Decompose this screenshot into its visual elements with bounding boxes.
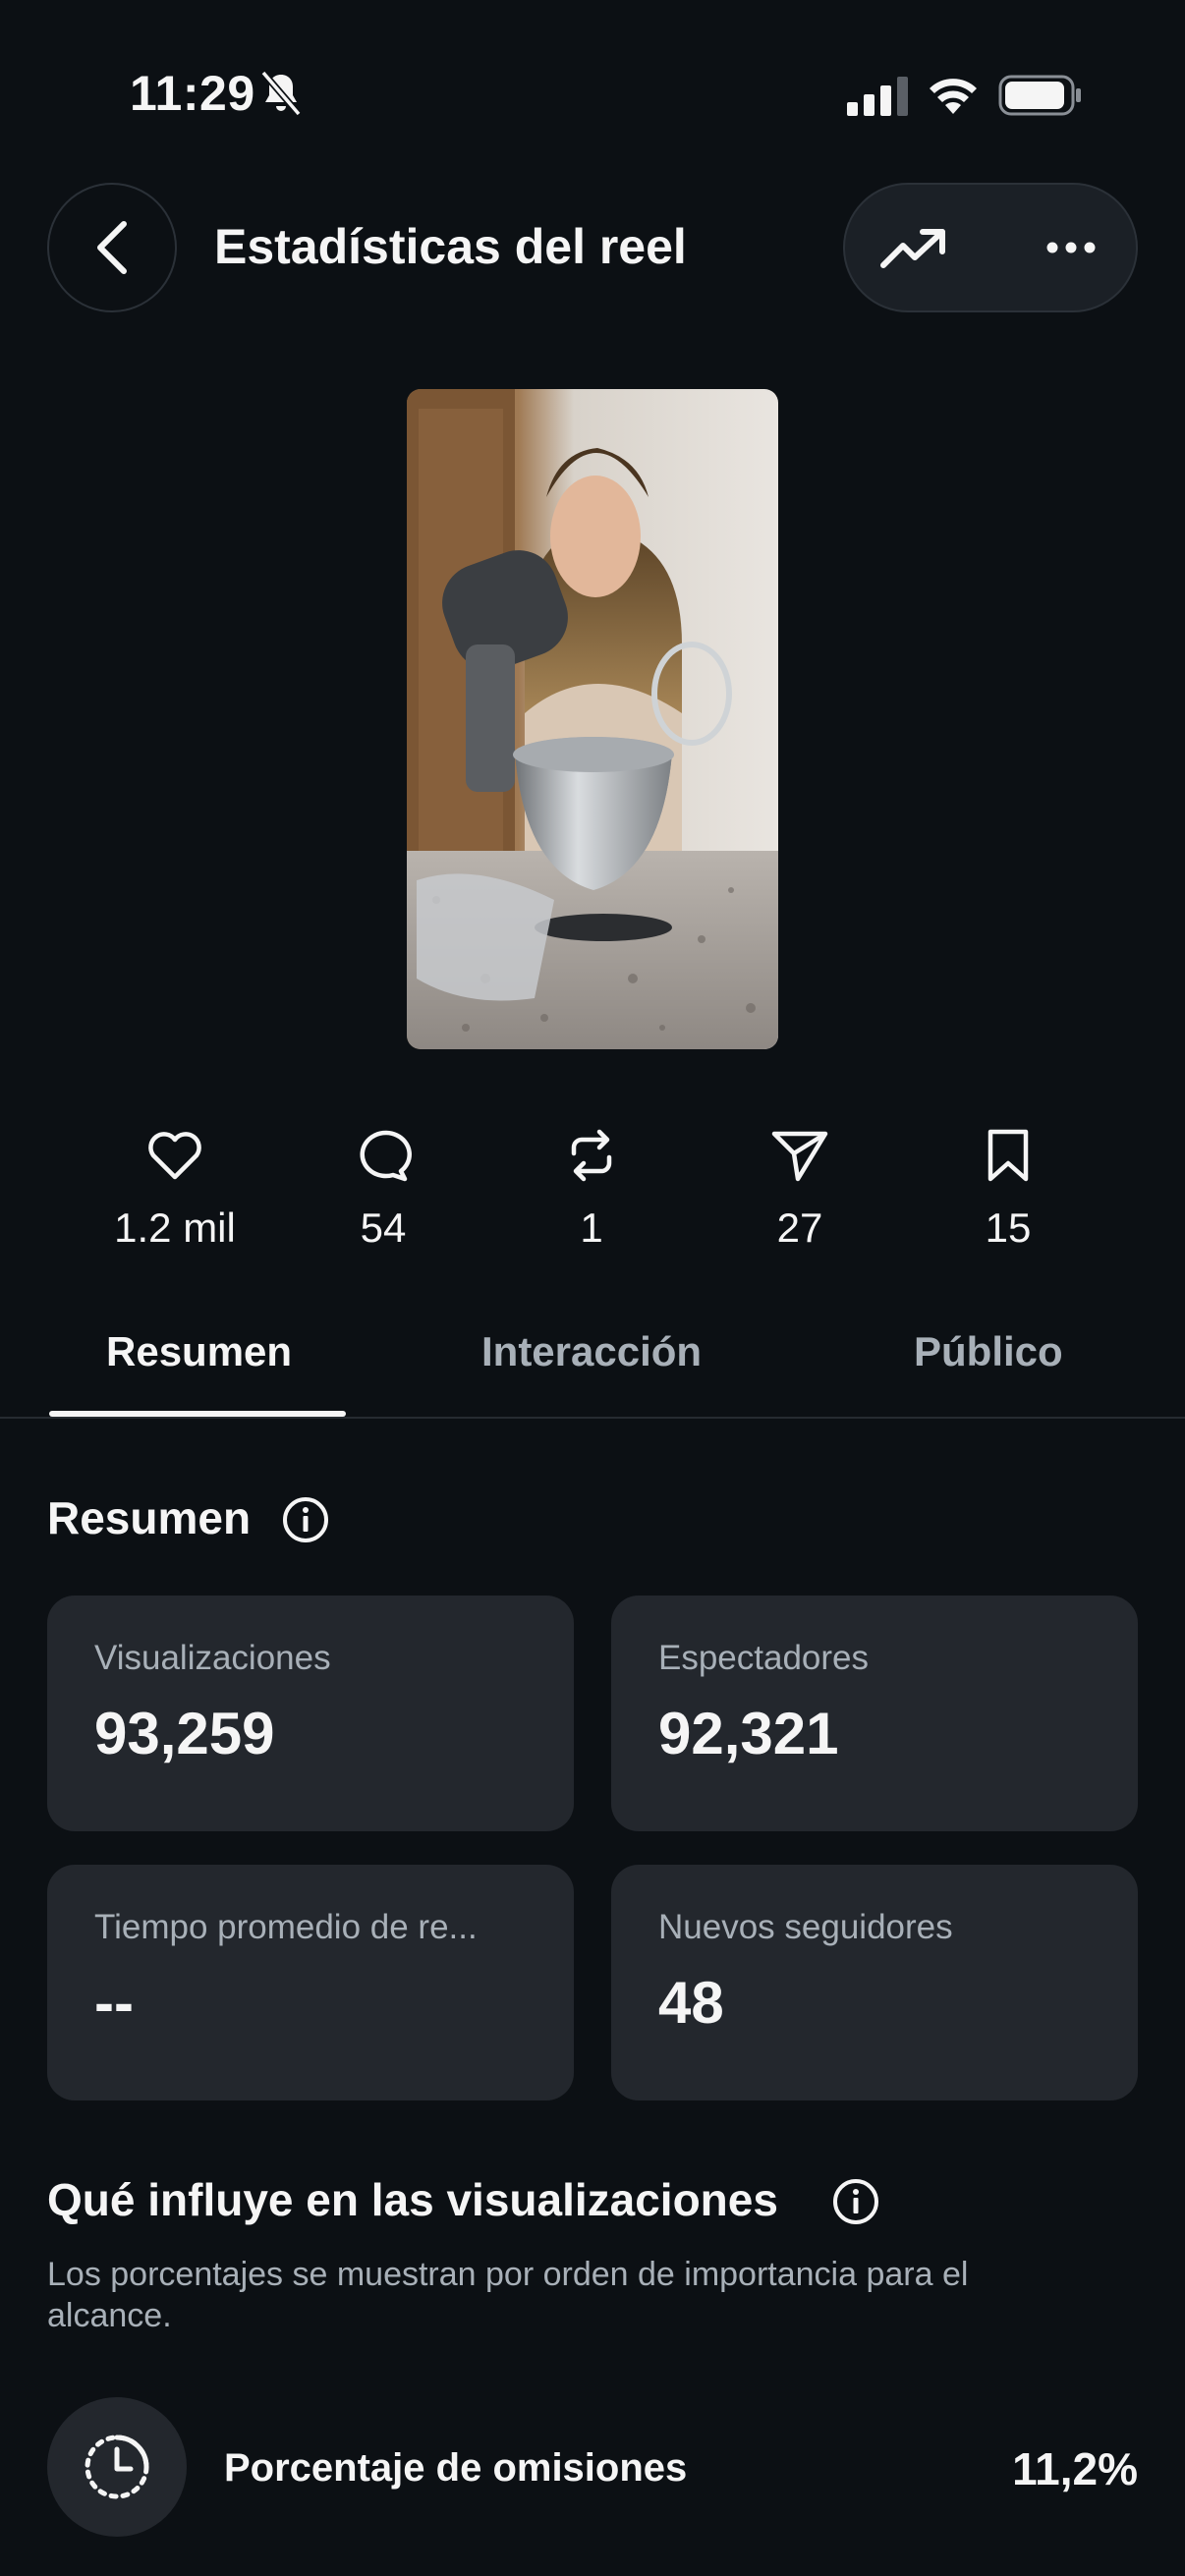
wifi-icon <box>930 79 977 114</box>
trending-up-icon <box>880 229 945 268</box>
tab-interaccion[interactable]: Interacción <box>481 1328 702 1375</box>
likes-count: 1.2 mil <box>114 1204 236 1251</box>
new-followers-value: 48 <box>658 1970 724 2036</box>
viewers-value: 92,321 <box>658 1701 839 1766</box>
share-icon <box>771 1131 828 1182</box>
influence-title: Qué influye en las visualizaciones <box>47 2174 778 2225</box>
likes-stat[interactable]: 1.2 mil <box>86 1124 263 1252</box>
new-followers-label: Nuevos seguidores <box>658 1908 953 1946</box>
views-value: 93,259 <box>94 1701 275 1766</box>
views-label: Visualizaciones <box>94 1639 331 1677</box>
new-followers-card[interactable]: Nuevos seguidores 48 <box>611 1865 1138 2100</box>
cellular-signal-icon <box>847 77 908 116</box>
reel-thumbnail[interactable] <box>407 389 778 1049</box>
avg-watch-time-label: Tiempo promedio de re... <box>94 1908 478 1946</box>
comment-icon <box>360 1130 412 1182</box>
trending-button[interactable] <box>875 210 953 285</box>
status-time: 11:29 <box>130 66 255 121</box>
bell-muted-icon <box>260 70 302 117</box>
back-button[interactable] <box>47 183 177 312</box>
skip-rate-value: 11,2% <box>1012 2443 1138 2494</box>
comments-stat[interactable]: 54 <box>295 1124 472 1252</box>
saves-stat[interactable]: 15 <box>920 1124 1097 1252</box>
tab-publico[interactable]: Público <box>914 1328 1063 1375</box>
tab-resumen[interactable]: Resumen <box>106 1328 292 1375</box>
shares-count: 27 <box>776 1204 823 1251</box>
info-icon[interactable] <box>281 1495 330 1544</box>
saves-count: 15 <box>985 1204 1032 1251</box>
influence-subtext: Los porcentajes se muestran por orden de… <box>47 2256 969 2334</box>
views-card[interactable]: Visualizaciones 93,259 <box>47 1596 574 1831</box>
repost-icon <box>571 1129 612 1182</box>
skip-rate-icon-wrap <box>47 2397 187 2537</box>
more-options-button[interactable] <box>1032 210 1110 285</box>
bookmark-icon <box>988 1129 1029 1182</box>
avg-watch-time-value: -- <box>94 1970 134 2036</box>
viewers-card[interactable]: Espectadores 92,321 <box>611 1596 1138 1831</box>
info-icon[interactable] <box>831 2177 880 2226</box>
heart-icon <box>148 1132 201 1180</box>
skip-rate-label: Porcentaje de omisiones <box>224 2446 688 2490</box>
viewers-label: Espectadores <box>658 1639 870 1677</box>
shares-stat[interactable]: 27 <box>711 1124 888 1252</box>
reposts-stat[interactable]: 1 <box>503 1124 680 1252</box>
avg-watch-time-card[interactable]: Tiempo promedio de re... -- <box>47 1865 574 2100</box>
battery-icon <box>998 75 1081 116</box>
page-title: Estadísticas del reel <box>214 219 687 274</box>
comments-count: 54 <box>360 1204 407 1251</box>
reposts-count: 1 <box>580 1204 603 1251</box>
chevron-left-icon <box>97 221 127 274</box>
reel-preview-image <box>407 389 778 1049</box>
timer-icon <box>85 2435 149 2499</box>
tabs-divider <box>0 1417 1185 1419</box>
more-dots-icon <box>1046 242 1096 253</box>
summary-title: Resumen <box>47 1492 252 1543</box>
